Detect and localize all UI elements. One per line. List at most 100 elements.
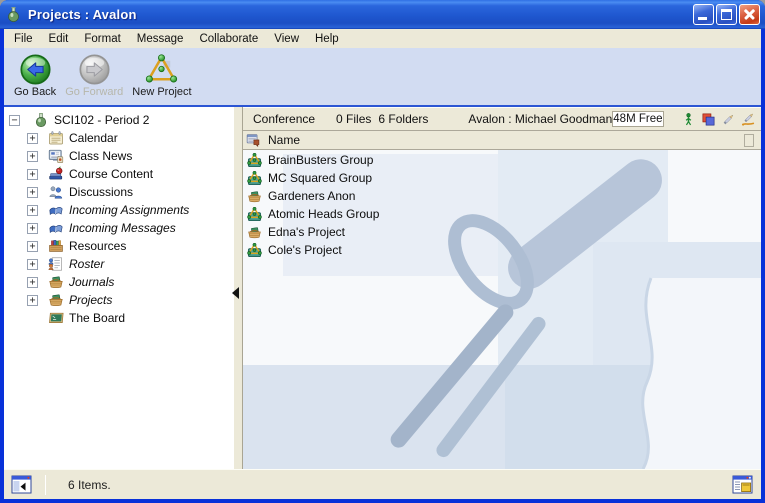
toolbar-button[interactable]: Go Back <box>14 53 56 98</box>
menu-item[interactable]: File <box>6 32 41 46</box>
flask-icon <box>5 6 22 23</box>
toolbar-button-label: Go Forward <box>65 86 123 98</box>
basket-icon <box>48 274 64 290</box>
tree-item[interactable]: + Projects <box>4 291 233 309</box>
list-item[interactable]: MC Squared Group <box>243 169 761 187</box>
free-space-indicator: 48M Free <box>612 111 663 127</box>
tree-item[interactable]: + Roster <box>4 255 233 273</box>
conference-kind-label: Conference <box>253 112 315 126</box>
list-item[interactable]: Atomic Heads Group <box>243 205 761 223</box>
project-list: BrainBusters Group MC Squared Group Gard… <box>243 150 761 259</box>
tree-item[interactable]: + Journals <box>4 273 233 291</box>
status-bar: 6 Items. <box>4 469 761 499</box>
tree-item[interactable]: + Course Content <box>4 165 233 183</box>
signature-pencil-icon[interactable] <box>741 112 756 127</box>
resources-icon <box>48 238 64 254</box>
tree-item-label: Incoming Messages <box>69 221 176 235</box>
project-icon <box>247 207 262 222</box>
edit-pencil-icon[interactable] <box>721 112 736 127</box>
pane-splitter[interactable] <box>233 107 243 469</box>
list-item-label: Gardeners Anon <box>268 189 355 203</box>
minimize-button[interactable] <box>693 4 714 25</box>
collapse-arrow-icon[interactable] <box>232 287 239 299</box>
tree-expander[interactable]: + <box>27 133 38 144</box>
tree-item[interactable]: + Incoming Messages <box>4 219 233 237</box>
tree-expander[interactable]: + <box>27 241 38 252</box>
list-item-label: BrainBusters Group <box>268 153 373 167</box>
project-icon <box>247 243 262 258</box>
inbox-icon <box>48 202 64 218</box>
tree-item[interactable]: + Discussions <box>4 183 233 201</box>
item-list: BrainBusters Group MC Squared Group Gard… <box>243 150 761 469</box>
tree-item-label: Calendar <box>69 131 118 145</box>
menu-item[interactable]: Collaborate <box>191 32 266 46</box>
menu-item[interactable]: Format <box>76 32 128 46</box>
menu-bar: File Edit Format Message Collaborate Vie… <box>4 29 761 48</box>
folder-tree-pane: − SCI102 - Period 2 + Calendar + <box>4 107 233 469</box>
project-icon <box>247 153 262 168</box>
list-item[interactable]: Cole's Project <box>243 241 761 259</box>
split-view-icon[interactable] <box>732 474 753 495</box>
server-user-label: Avalon : Michael Goodman <box>468 112 612 126</box>
tree-expander[interactable]: + <box>27 259 38 270</box>
tree-expander[interactable]: + <box>27 169 38 180</box>
tree-expander[interactable]: + <box>27 277 38 288</box>
application-window: Projects : Avalon File Edit Format Messa… <box>0 0 765 503</box>
tree-item[interactable]: + Incoming Assignments <box>4 201 233 219</box>
menu-item[interactable]: Help <box>307 32 347 46</box>
header-action-icons <box>681 112 756 127</box>
new-project-icon <box>145 53 178 86</box>
go-back-icon <box>19 53 52 86</box>
menu-item[interactable]: Edit <box>41 32 77 46</box>
flask-icon <box>33 112 49 128</box>
project-icon <box>247 171 262 186</box>
tree-expander[interactable]: + <box>27 187 38 198</box>
maximize-button[interactable] <box>716 4 737 25</box>
tree-item-label: Class News <box>69 149 132 163</box>
tree-item-label: Journals <box>69 275 114 289</box>
tree-item[interactable]: The Board <box>4 309 233 327</box>
toolbar-button[interactable]: New Project <box>132 53 191 98</box>
name-column-header[interactable]: Name <box>243 131 761 150</box>
layers-squares-icon[interactable] <box>701 112 716 127</box>
tree-expander[interactable]: + <box>27 223 38 234</box>
sort-name-icon <box>246 133 261 148</box>
title-bar[interactable]: Projects : Avalon <box>0 0 765 29</box>
basket-icon <box>247 225 262 240</box>
minimize-icon <box>698 17 707 20</box>
tree-expander[interactable]: − <box>9 115 20 126</box>
toolbar: Go Back Go Forward New Project <box>4 48 761 105</box>
tree-root-label: SCI102 - Period 2 <box>54 113 149 127</box>
close-button[interactable] <box>739 4 760 25</box>
conference-header: Conference 0 Files 6 Folders Avalon : Mi… <box>243 107 761 131</box>
tree-expander[interactable]: + <box>27 151 38 162</box>
list-item-label: MC Squared Group <box>268 171 372 185</box>
toolbar-button[interactable]: Go Forward <box>65 53 123 98</box>
tree-item-label: Incoming Assignments <box>69 203 189 217</box>
tree-item-label: Discussions <box>69 185 133 199</box>
list-item[interactable]: Edna's Project <box>243 223 761 241</box>
tree-expander[interactable]: + <box>27 295 38 306</box>
tree-item[interactable]: + Calendar <box>4 129 233 147</box>
roster-icon <box>48 256 64 272</box>
menu-item[interactable]: View <box>266 32 307 46</box>
books-icon <box>48 166 64 182</box>
news-icon <box>48 148 64 164</box>
panel-collapse-icon[interactable] <box>11 474 32 495</box>
tree-item-label: Projects <box>69 293 112 307</box>
tree-item[interactable]: + Class News <box>4 147 233 165</box>
list-item-label: Cole's Project <box>268 243 342 257</box>
list-item-label: Atomic Heads Group <box>268 207 379 221</box>
tree-item-label: Course Content <box>69 167 153 181</box>
member-person-icon[interactable] <box>681 112 696 127</box>
inbox-icon <box>48 220 64 236</box>
basket-icon <box>48 292 64 308</box>
items-count-label: 6 Items. <box>68 478 111 492</box>
toolbar-button-label: New Project <box>132 86 191 98</box>
tree-item[interactable]: + Resources <box>4 237 233 255</box>
tree-root-item[interactable]: − SCI102 - Period 2 <box>4 111 233 129</box>
list-item[interactable]: BrainBusters Group <box>243 151 761 169</box>
menu-item[interactable]: Message <box>129 32 192 46</box>
tree-expander[interactable]: + <box>27 205 38 216</box>
list-item[interactable]: Gardeners Anon <box>243 187 761 205</box>
